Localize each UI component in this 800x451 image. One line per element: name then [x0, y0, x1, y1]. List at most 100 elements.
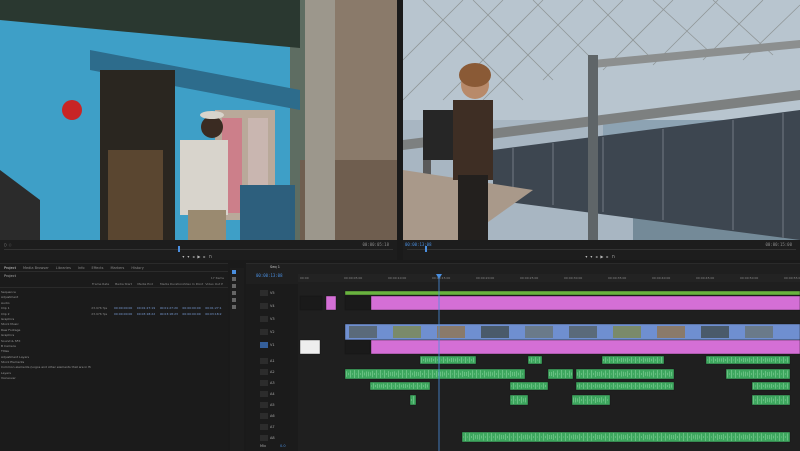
waveform-bar — [414, 371, 415, 377]
selection-tool-icon[interactable] — [232, 270, 236, 274]
time-ruler[interactable] — [298, 274, 800, 282]
adjustment-clip[interactable] — [344, 290, 800, 296]
waveform-bar — [645, 384, 646, 388]
slip-tool-icon[interactable] — [232, 298, 236, 302]
track-target[interactable] — [260, 316, 268, 322]
insert-icon[interactable]: ⊓ — [209, 254, 215, 259]
ripple-edit-tool-icon[interactable] — [232, 284, 236, 288]
ruler-label: 00:00 — [300, 276, 309, 280]
waveform-bar — [613, 370, 614, 378]
track-target[interactable] — [260, 391, 268, 397]
waveform-bar — [541, 436, 542, 438]
waveform-bar — [661, 370, 662, 378]
project-item-cell — [205, 376, 228, 381]
track-target[interactable] — [260, 402, 268, 408]
waveform-bar — [753, 396, 754, 404]
column-header[interactable]: Media End — [137, 282, 160, 287]
track-target[interactable] — [260, 358, 268, 364]
column-header[interactable]: Video In Point — [183, 282, 206, 287]
track-target[interactable] — [260, 290, 268, 296]
program-playhead[interactable] — [425, 246, 427, 252]
waveform-bar — [557, 433, 558, 441]
project-tab-info[interactable]: Info — [78, 266, 85, 270]
waveform-bar — [657, 370, 658, 378]
waveform-bar — [523, 384, 524, 388]
waveform-bar — [567, 436, 568, 438]
waveform-bar — [777, 359, 778, 361]
black-clip[interactable] — [299, 295, 323, 311]
black-clip[interactable] — [344, 295, 372, 311]
waveform-bar — [645, 372, 646, 376]
graphic-clip[interactable] — [370, 295, 800, 311]
track-target[interactable] — [260, 435, 268, 441]
clip-thumbnail — [525, 326, 553, 338]
track-select-tool-icon[interactable] — [232, 277, 236, 281]
waveform-bar — [470, 372, 471, 376]
program-monitor-controls: 00:00:13:08 00:00:15:00 ▾▾◂▶▸⊓ — [403, 240, 800, 260]
track-target[interactable] — [260, 342, 268, 348]
waveform-bar — [737, 436, 738, 438]
source-transport-controls[interactable]: ▾▾◂▶▸⊓ — [0, 254, 397, 260]
waveform-bar — [354, 370, 355, 378]
waveform-bar — [779, 357, 780, 363]
waveform-bar — [583, 396, 584, 404]
source-scrub-bar[interactable] — [4, 249, 393, 250]
project-tab-history[interactable]: History — [131, 266, 143, 270]
tools-panel — [230, 268, 244, 451]
project-tab-markers[interactable]: Markers — [110, 266, 124, 270]
column-header[interactable]: Media Start — [115, 282, 138, 287]
razor-tool-icon[interactable] — [232, 291, 236, 295]
column-header[interactable]: Media Duration — [160, 282, 183, 287]
track-target[interactable] — [260, 380, 268, 386]
project-tab-libraries[interactable]: Libraries — [56, 266, 71, 270]
waveform-bar — [463, 359, 464, 361]
timeline-tracks[interactable]: 00:00 00:00:05:00 00:00:10:00 00:00:15:00 00… — [246, 264, 800, 451]
source-playhead[interactable] — [178, 246, 180, 252]
column-header[interactable]: Video Out P — [205, 282, 228, 287]
waveform-bar — [469, 433, 470, 441]
waveform-bar — [444, 372, 445, 376]
waveform-bar — [448, 373, 449, 375]
program-monitor[interactable]: 00:00:13:08 00:00:15:00 ▾▾◂▶▸⊓ — [403, 0, 800, 260]
project-tab-media-browser[interactable]: Media Browser — [23, 266, 49, 270]
program-scrub-bar[interactable] — [407, 249, 796, 250]
waveform-bar — [611, 373, 612, 375]
track-target[interactable] — [260, 303, 268, 309]
pen-tool-icon[interactable] — [232, 305, 236, 309]
waveform-bar — [611, 436, 612, 438]
graphic-clip[interactable] — [370, 339, 800, 355]
title-clip[interactable] — [299, 339, 321, 355]
waveform-bar — [771, 357, 772, 363]
waveform-bar — [587, 396, 588, 404]
waveform-bar — [753, 383, 754, 389]
waveform-bar — [589, 373, 590, 375]
black-clip[interactable] — [344, 339, 371, 355]
project-item-list[interactable]: Sequence Adjustment Audio Clip 1 23.976 fps 0… — [0, 288, 228, 382]
waveform-bar — [743, 434, 744, 440]
waveform-bar — [747, 358, 748, 362]
project-item[interactable]: Voiceover — [0, 376, 228, 381]
waveform-bar — [450, 370, 451, 378]
waveform-bar — [551, 371, 552, 377]
graphic-clip[interactable] — [325, 295, 337, 311]
waveform-bar — [645, 358, 646, 362]
program-transport-controls[interactable]: ▾▾◂▶▸⊓ — [403, 254, 800, 260]
waveform-bar — [613, 433, 614, 441]
track-target[interactable] — [260, 369, 268, 375]
waveform-bar — [597, 384, 598, 388]
lift-icon[interactable]: ⊓ — [612, 254, 618, 259]
track-target[interactable] — [260, 424, 268, 430]
track-target[interactable] — [260, 329, 268, 335]
waveform-bar — [721, 358, 722, 362]
waveform-bar — [591, 433, 592, 441]
project-tab-project[interactable]: Project — [4, 266, 16, 270]
project-tab-effects[interactable]: Effects — [92, 266, 104, 270]
waveform-bar — [401, 384, 402, 388]
waveform-bar — [486, 372, 487, 376]
waveform-bar — [671, 384, 672, 388]
column-header[interactable]: Frame Rate — [92, 282, 115, 287]
track-target[interactable] — [260, 413, 268, 419]
waveform-bar — [787, 396, 788, 404]
timeline-panel[interactable]: Seq 1 00:00:13:08 00:00 00:00:05:00 00:00:… — [246, 263, 800, 451]
source-monitor[interactable]: ▢ ◌ 00:00:05:18 ▾▾◂▶▸⊓ — [0, 0, 397, 260]
